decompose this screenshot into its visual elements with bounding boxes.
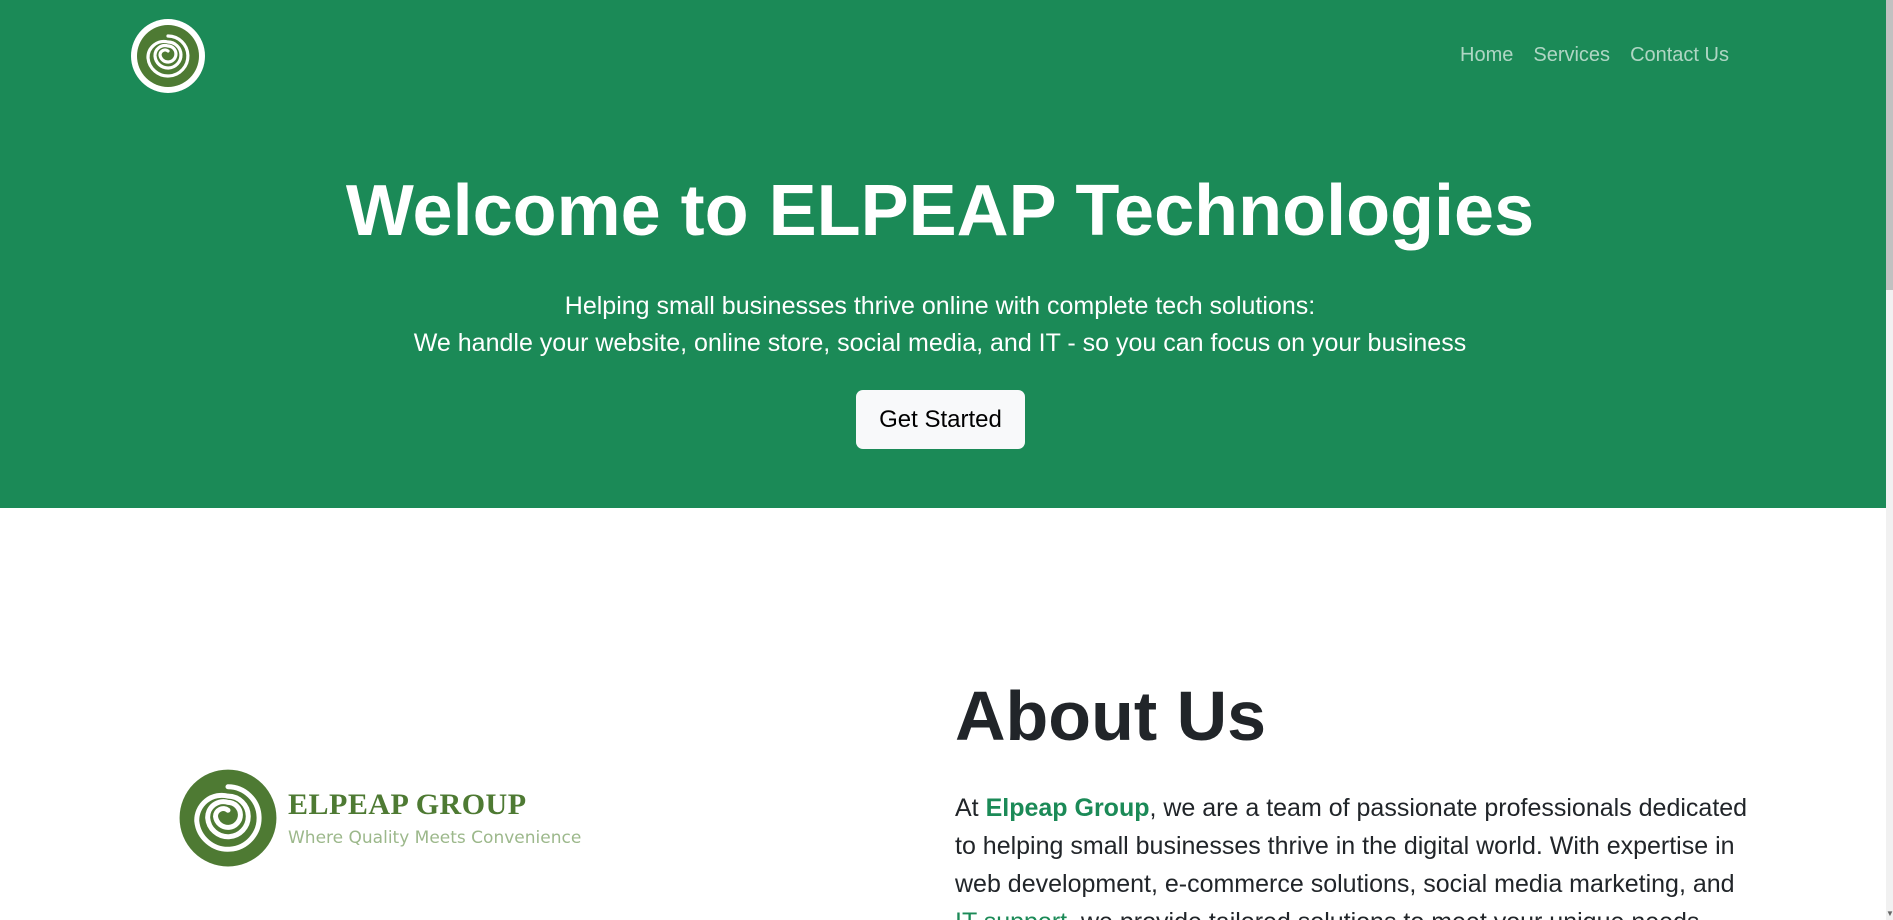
elpeap-group-logo: ELPEAP GROUP Where Quality Meets Conveni…	[178, 768, 581, 868]
home-logo-link[interactable]	[131, 19, 205, 93]
brand-name: Elpeap Group	[985, 794, 1150, 822]
main-nav: Home Services Contact Us	[1450, 44, 1739, 67]
page: Home Services Contact Us Welcome to ELPE…	[0, 0, 1893, 920]
logo-tagline: Where Quality Meets Convenience	[288, 828, 582, 848]
it-support-link[interactable]: IT support	[955, 908, 1067, 920]
hero-subtitle-line-2: We handle your website, online store, so…	[413, 329, 1467, 357]
scrollbar-thumb[interactable]	[1886, 0, 1893, 290]
logo-company-name: ELPEAP GROUP	[288, 788, 527, 821]
nav-home-link[interactable]: Home	[1450, 44, 1523, 67]
spiral-logo-icon	[137, 25, 199, 87]
hero-title: Welcome to ELPEAP Technologies	[345, 171, 1535, 251]
hero-subtitle-line-1: Helping small businesses thrive online w…	[564, 292, 1316, 320]
about-text-suffix: , we provide tailored solutions to meet …	[1067, 908, 1706, 920]
get-started-button[interactable]: Get Started	[856, 390, 1025, 449]
about-paragraph: At Elpeap Group, we are a team of passio…	[955, 789, 1755, 920]
vertical-scrollbar[interactable]: ▼	[1886, 0, 1893, 920]
nav-services-link[interactable]: Services	[1523, 44, 1620, 67]
spiral-logo-icon	[179, 769, 277, 867]
scroll-down-arrow-icon[interactable]: ▼	[1886, 910, 1893, 918]
hero-subtitle: Helping small businesses thrive online w…	[0, 288, 1880, 362]
about-text-prefix: At	[955, 794, 986, 822]
nav-contact-link[interactable]: Contact Us	[1620, 44, 1739, 67]
hero-section: Home Services Contact Us Welcome to ELPE…	[0, 0, 1886, 508]
about-title: About Us	[955, 677, 1267, 755]
